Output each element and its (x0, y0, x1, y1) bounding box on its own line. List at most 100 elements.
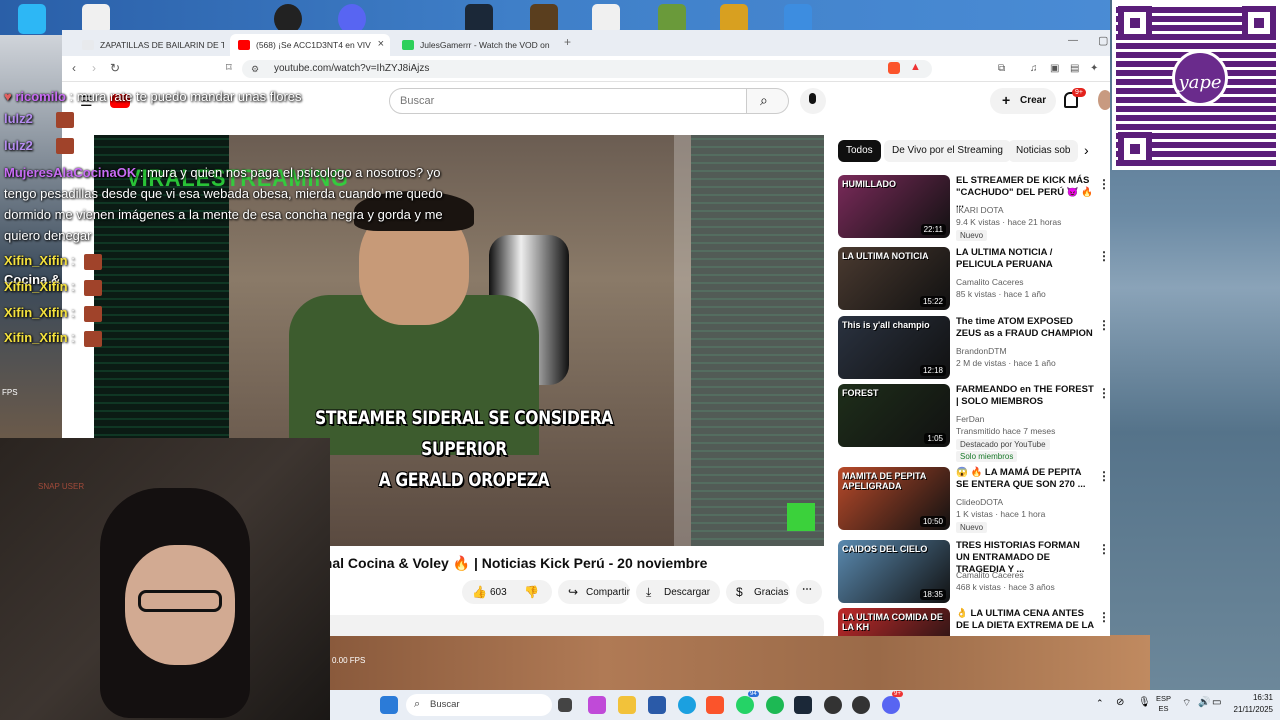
more-options-icon[interactable]: ⋮ (1098, 542, 1110, 556)
brave-icon[interactable] (706, 696, 724, 714)
search-input[interactable]: Buscar (389, 88, 747, 114)
media-icon[interactable]: ♫ (1030, 63, 1038, 74)
avatar[interactable] (1098, 90, 1110, 110)
chat-text: quiero denegar (4, 228, 92, 243)
video-thumbnail[interactable]: MAMITA DE PEPITA APELIGRADA 10:50 (838, 467, 950, 530)
more-actions-icon[interactable]: ⋯ (796, 580, 822, 604)
minimize-icon[interactable]: — (1068, 35, 1078, 46)
youtube-favicon (238, 40, 250, 50)
recommendation-item[interactable]: CAIDOS DEL CIELO 18:35 TRES HISTORIAS FO… (838, 540, 1110, 606)
more-options-icon[interactable]: ⋮ (1098, 177, 1110, 191)
leo-icon[interactable]: ✦ (1090, 63, 1098, 74)
reload-icon[interactable]: ↻ (110, 61, 120, 75)
more-options-icon[interactable]: ⋮ (1098, 610, 1110, 624)
video-thumbnail[interactable]: FOREST 1:05 (838, 384, 950, 447)
channel-name[interactable]: ClideoDOTA (956, 497, 1003, 507)
mic-tray-icon[interactable]: 🎙 (1138, 697, 1151, 708)
channel-name[interactable]: FerDan (956, 414, 984, 424)
wifi-icon[interactable]: ⌔ (1182, 697, 1191, 710)
recommendation-item[interactable]: LA ULTIMA COMIDA DE LA KH 👌 LA ULTIMA CE… (838, 608, 1110, 636)
channel-name[interactable]: BrandonDTM (956, 346, 1007, 356)
chip-news[interactable]: Noticias sob (1008, 140, 1079, 162)
recommendation-item[interactable]: LA ULTIMA NOTICIA 15:22 LA ULTIMA NOTICI… (838, 247, 1110, 313)
recommendation-item[interactable]: HUMILLADO 22:11 EL STREAMER DE KICK MÁS … (838, 175, 1110, 241)
taskbar-search[interactable]: ⌕ Buscar (406, 694, 552, 716)
recycle-bin-icon[interactable] (18, 4, 46, 34)
download-button[interactable]: ⤓ Descargar (636, 580, 720, 604)
whatsapp-badge: 94 (748, 691, 759, 697)
extensions-icon[interactable]: ⧉ (998, 63, 1005, 74)
forward-icon[interactable]: › (92, 61, 96, 75)
channel-name[interactable]: Camalito Caceres (956, 277, 1024, 287)
obs-icon[interactable] (824, 696, 842, 714)
url-field[interactable]: youtube.com/watch?v=IhZYJ8iAjzs (242, 60, 932, 78)
video-thumbnail[interactable]: CAIDOS DEL CIELO 18:35 (838, 540, 950, 603)
recommendation-item[interactable]: This is y'all champio 12:18 The time ATO… (838, 316, 1110, 382)
close-tab-icon[interactable]: × (378, 38, 384, 50)
app-icon[interactable] (852, 696, 870, 714)
more-options-icon[interactable]: ⋮ (1098, 249, 1110, 263)
site-info-icon[interactable]: ⚙ (251, 64, 259, 75)
chat-text: : (71, 330, 75, 345)
video-thumbnail[interactable]: LA ULTIMA NOTICIA 15:22 (838, 247, 950, 310)
calculator-icon[interactable] (648, 696, 666, 714)
tab-kick[interactable]: JulesGamerrr - Watch the VOD on Ki (394, 34, 550, 56)
volume-icon[interactable]: 🔊 (1198, 697, 1210, 708)
tab-zapatillas[interactable]: ZAPATILLAS DE BAILARIN DE TUERA (74, 34, 224, 56)
whatsapp-icon[interactable] (736, 696, 754, 714)
new-tab-icon[interactable]: + (564, 35, 571, 49)
search-button[interactable]: ⌕ (747, 88, 789, 114)
brave-shield-icon[interactable] (888, 62, 900, 74)
steam-icon[interactable] (794, 696, 812, 714)
video-thumbnail[interactable]: LA ULTIMA COMIDA DE LA KH (838, 608, 950, 636)
video-thumbnail[interactable]: HUMILLADO 22:11 (838, 175, 950, 238)
language-indicator[interactable]: ESP ES (1156, 694, 1171, 714)
recommendation-item[interactable]: FOREST 1:05 FARMEANDO en THE FOREST | SO… (838, 384, 1110, 462)
copilot-icon[interactable] (588, 696, 606, 714)
recommendation-title[interactable]: FARMEANDO en THE FOREST | SOLO MIEMBROS (956, 384, 1096, 408)
spotify-icon[interactable] (766, 696, 784, 714)
recommendation-title[interactable]: The time ATOM EXPOSED ZEUS as a FRAUD CH… (956, 316, 1096, 340)
chat-message: Xifin_Xifin : (4, 250, 75, 271)
network-off-icon[interactable]: ⊘ (1116, 697, 1124, 708)
taskbar-search-label: Buscar (430, 699, 460, 710)
video-thumbnail[interactable]: This is y'all champio 12:18 (838, 316, 950, 379)
recommendation-title[interactable]: 👌 LA ULTIMA CENA ANTES DE LA DIETA EXTRE… (956, 608, 1096, 636)
taskbar-clock[interactable]: 16:31 21/11/2025 (1218, 692, 1273, 716)
back-icon[interactable]: ‹ (72, 61, 76, 75)
thumbnail-text: HUMILLADO (842, 179, 896, 189)
create-button[interactable]: + Crear (990, 88, 1056, 114)
task-view-icon[interactable] (558, 698, 572, 712)
voice-search-button[interactable] (800, 88, 826, 114)
chevron-up-icon[interactable]: ⌃ (1096, 698, 1104, 709)
recommendation-title[interactable]: 😱 🔥 LA MAMÁ DE PEPITA SE ENTERA QUE SON … (956, 467, 1096, 491)
discord-icon[interactable] (882, 696, 900, 714)
edge-icon[interactable] (678, 696, 696, 714)
chat-text: : mura y quien nos paga el psicologo a n… (139, 165, 441, 180)
chip-all[interactable]: Todos (838, 140, 881, 162)
share-label: Compartir (586, 587, 630, 598)
wallet-icon[interactable]: ▤ (1070, 63, 1079, 74)
bookmark-icon[interactable]: ⌑ (226, 61, 232, 74)
sidebar-icon[interactable]: ▣ (1050, 63, 1059, 74)
chevron-right-icon[interactable]: › (1084, 142, 1089, 158)
brave-rewards-icon[interactable]: ▲ (910, 61, 921, 73)
channel-name[interactable]: Camalito Caceres (956, 570, 1024, 580)
video-meta: 468 k vistas · hace 3 años (956, 582, 1055, 592)
recommendation-title[interactable]: LA ULTIMA NOTICIA / PELICULA PERUANA (956, 247, 1096, 271)
more-options-icon[interactable]: ⋮ (1098, 469, 1110, 483)
more-options-icon[interactable]: ⋮ (1098, 386, 1110, 400)
chip-streaming[interactable]: De Vivo por el Streaming (884, 140, 1011, 162)
start-icon[interactable] (380, 696, 398, 714)
channel-name[interactable]: IKARI DOTA (956, 205, 1004, 215)
tab-youtube[interactable]: (568) ¡Se ACC1D3NT4 en VIV × (230, 34, 390, 56)
maximize-icon[interactable]: ▢ (1098, 34, 1108, 47)
like-button[interactable]: 👍 603 👎 (462, 580, 552, 604)
recommendation-item[interactable]: MAMITA DE PEPITA APELIGRADA 10:50 😱 🔥 LA… (838, 467, 1110, 533)
more-options-icon[interactable]: ⋮ (1098, 318, 1110, 332)
clock-date: 21/11/2025 (1233, 705, 1273, 714)
file-explorer-icon[interactable] (618, 696, 636, 714)
thanks-button[interactable]: $ Gracias (726, 580, 790, 604)
thumbs-down-icon[interactable]: 👎 (524, 585, 539, 599)
share-button[interactable]: ↪ Compartir (558, 580, 630, 604)
